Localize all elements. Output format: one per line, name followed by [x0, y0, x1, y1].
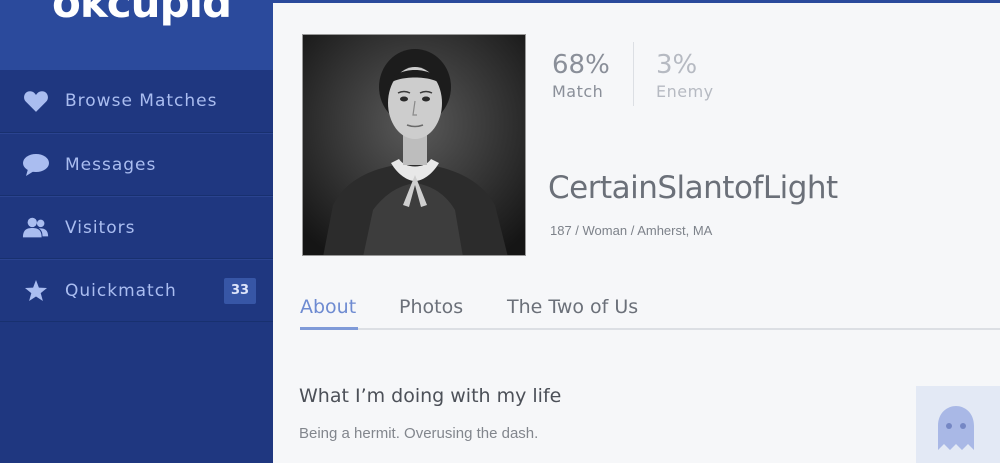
sidebar-nav: Browse Matches Messages Visitors Quickma…: [0, 70, 273, 322]
profile-username: CertainSlantofLight: [548, 170, 838, 206]
sidebar-item-visitors[interactable]: Visitors: [0, 196, 273, 259]
ghost-icon: [934, 404, 978, 459]
essay-text: Being a hermit. Overusing the dash.: [299, 425, 539, 442]
people-icon: [22, 215, 50, 241]
active-tab-indicator: [300, 327, 358, 330]
top-accent-line: [273, 0, 1000, 3]
sidebar: okcupid Browse Matches Messages Visitors…: [0, 0, 273, 463]
match-percent: 68%: [552, 50, 610, 80]
stat-divider: [633, 42, 634, 106]
okcupid-logo[interactable]: okcupid: [52, 0, 232, 27]
match-stat: 68% Match: [552, 50, 610, 101]
sidebar-item-messages[interactable]: Messages: [0, 133, 273, 196]
profile-photo[interactable]: [302, 34, 526, 256]
sidebar-item-label: Browse Matches: [65, 91, 218, 111]
enemy-stat: 3% Enemy: [656, 50, 714, 101]
speech-bubble-icon: [22, 152, 50, 178]
sidebar-item-browse-matches[interactable]: Browse Matches: [0, 70, 273, 133]
essay-title: What I’m doing with my life: [299, 385, 562, 407]
logo-area: okcupid: [0, 0, 273, 70]
ghost-widget[interactable]: [916, 386, 1000, 463]
star-icon: [22, 278, 50, 304]
enemy-label: Enemy: [656, 82, 714, 101]
tab-photos[interactable]: Photos: [399, 296, 463, 318]
heart-icon: [22, 88, 50, 114]
match-label: Match: [552, 82, 604, 101]
sidebar-item-label: Quickmatch: [65, 280, 177, 301]
quickmatch-count-badge: 33: [224, 277, 256, 304]
tab-about[interactable]: About: [300, 296, 356, 318]
sidebar-item-quickmatch[interactable]: Quickmatch 33: [0, 259, 273, 322]
tab-two-of-us[interactable]: The Two of Us: [507, 296, 638, 318]
profile-tabs: About Photos The Two of Us: [300, 292, 1000, 330]
enemy-percent: 3%: [656, 50, 698, 80]
sidebar-item-label: Messages: [65, 154, 157, 175]
sidebar-item-label: Visitors: [65, 217, 136, 238]
profile-details: 187 / Woman / Amherst, MA: [550, 223, 713, 238]
